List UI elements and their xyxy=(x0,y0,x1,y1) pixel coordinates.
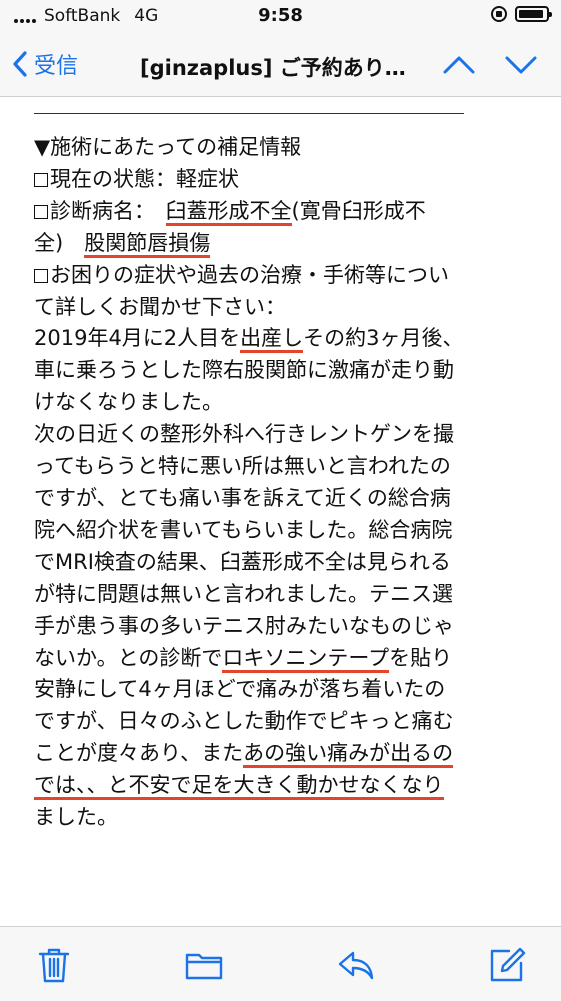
section-heading: ▼施術にあたっての補足情報 xyxy=(34,135,302,159)
clock: 9:58 xyxy=(258,5,303,26)
trash-icon xyxy=(38,948,70,983)
checkbox-icon xyxy=(34,204,48,219)
field-current-state: 現在の状態：軽症状 xyxy=(34,164,534,196)
status-bar: SoftBank 4G 9:58 xyxy=(0,0,561,34)
body-line: ました。 xyxy=(34,805,118,830)
move-to-folder-button[interactable] xyxy=(184,945,224,985)
field-symptoms-cont: て詳しくお聞かせ下さい： xyxy=(34,294,286,319)
highlight-underline: あの強い痛みが出るの xyxy=(243,741,454,769)
highlight-underline: 出産し xyxy=(240,326,304,354)
email-subject-title: [ginzaplus] ご予約あり… xyxy=(140,56,406,80)
highlight-underline: 臼蓋形成不全 xyxy=(165,198,292,226)
highlight-underline: 股関節唇損傷 xyxy=(84,230,211,258)
body-line: が特に問題は無いと言われました。テニス選 xyxy=(34,581,453,606)
email-body: ▼施術にあたっての補足情報 現在の状態：軽症状 診断病名： 臼蓋形成不全(寛骨臼… xyxy=(34,100,534,834)
body-line: でMRI検査の結果、臼蓋形成不全は見られる xyxy=(34,549,451,574)
divider xyxy=(34,113,464,114)
chevron-up-icon xyxy=(443,56,475,74)
body-line: ってもらうと特に悪い所は無いと言われたの xyxy=(34,454,451,479)
body-line: けなくなりました。 xyxy=(34,390,223,415)
reply-button[interactable] xyxy=(336,945,376,985)
body-line: では、、と不安で足を大きく動かせなくなり xyxy=(34,770,534,802)
field-diagnosis: 診断病名： 臼蓋形成不全(寛骨臼形成不 xyxy=(34,196,534,228)
highlight-underline: ロキソニンテープ xyxy=(222,645,390,673)
body-line: ですが、日々のふとした動作でピキっと痛む xyxy=(34,709,454,734)
rotation-lock-icon xyxy=(491,6,507,22)
body-line: 院へ紹介状を書いてもらいました。総合病院 xyxy=(34,517,453,542)
reply-icon xyxy=(338,951,374,980)
chevron-down-icon xyxy=(505,56,537,74)
back-label: 受信 xyxy=(34,54,79,79)
chevron-left-icon xyxy=(13,51,27,77)
folder-icon xyxy=(185,953,223,980)
compose-icon xyxy=(490,947,526,982)
battery-icon xyxy=(515,6,552,22)
next-message-button[interactable] xyxy=(503,50,539,80)
checkbox-icon xyxy=(34,172,48,187)
field-diagnosis-cont: 全) 股関節唇損傷 xyxy=(34,228,534,260)
body-line: 安静にして4ヶ月ほどで痛みが落ち着いたの xyxy=(34,677,446,702)
body-line: ことが度々あり、またあの強い痛みが出るの xyxy=(34,738,534,770)
body-line: 2019年4月に2人目を出産しその約3ヶ月後、 xyxy=(34,323,534,355)
highlight-underline: では、、と不安で足を大きく動かせなくなり xyxy=(34,773,444,801)
body-line: 手が患う事の多いテニス肘みたいなものじゃ xyxy=(34,613,454,638)
body-line: ですが、とても痛い事を訴えて近くの総合病 xyxy=(34,485,451,510)
compose-button[interactable] xyxy=(487,945,527,985)
body-line: 次の日近くの整形外科へ行きレントゲンを撮 xyxy=(34,422,454,447)
checkbox-icon xyxy=(34,268,48,283)
body-line: ないか。との診断でロキソニンテープを貼り xyxy=(34,643,534,675)
trash-button[interactable] xyxy=(34,945,74,985)
previous-message-button[interactable] xyxy=(441,50,477,80)
nav-bar: 受信 [ginzaplus] ご予約あり… xyxy=(0,34,561,97)
field-symptoms: お困りの症状や過去の治療・手術等につい xyxy=(34,260,534,292)
bottom-toolbar xyxy=(0,926,561,1001)
body-line: 車に乗ろうとした際右股関節に激痛が走り動 xyxy=(34,358,454,383)
back-button[interactable]: 受信 xyxy=(10,48,78,80)
